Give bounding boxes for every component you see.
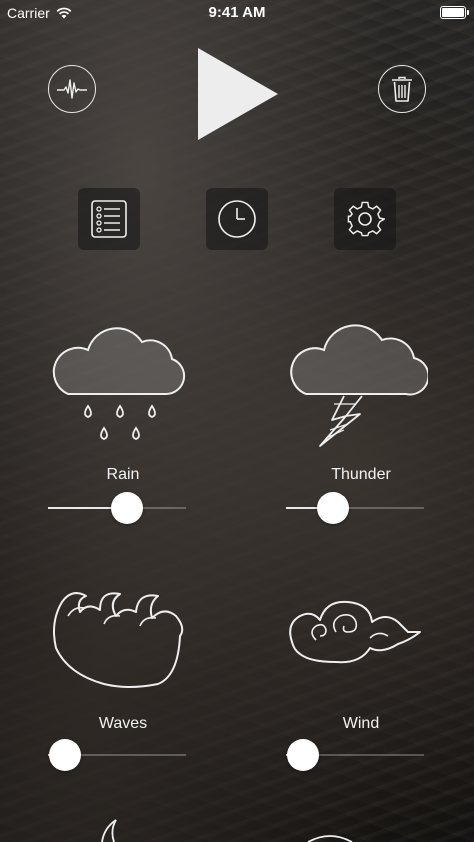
clock-icon [218,200,256,238]
slider-thumb[interactable] [286,739,319,771]
slider-thumb[interactable] [110,492,143,524]
gear-icon [347,201,385,237]
list-icon [91,200,127,238]
sound-label-waves: Waves [98,715,148,732]
wind-volume-slider[interactable] [286,738,424,772]
battery-icon [440,6,469,19]
settings-button[interactable] [334,188,396,250]
waveform-icon [57,79,87,99]
status-bar: Carrier 9:41 AM [0,0,474,26]
waveform-button[interactable] [48,65,96,113]
sound-thunder: Thunder [286,312,436,524]
clock-time: 9:41 AM [208,4,266,21]
trash-icon [392,76,412,102]
timer-button[interactable] [206,188,268,250]
partial-sound-icon-right [307,835,353,842]
sound-rain: Rain [48,318,198,524]
list-button[interactable] [78,188,140,250]
play-button[interactable] [196,46,280,147]
sound-waves: Waves [48,586,198,776]
waves-volume-slider[interactable] [48,738,186,772]
rain-volume-slider[interactable] [48,491,186,525]
partial-sound-icon-left [101,819,117,842]
thunder-cloud-icon [290,324,428,447]
sound-label-wind: Wind [342,715,380,732]
sound-label-thunder: Thunder [331,466,391,483]
trash-button[interactable] [378,65,426,113]
thunder-volume-slider[interactable] [286,491,424,525]
slider-thumb[interactable] [48,739,81,771]
slider-thumb[interactable] [316,492,349,524]
play-icon [198,48,278,140]
sound-label-rain: Rain [106,466,140,483]
sound-wind: Wind [286,592,436,776]
rain-cloud-icon [52,327,186,440]
waves-icon [53,592,184,688]
wind-icon [289,600,421,664]
